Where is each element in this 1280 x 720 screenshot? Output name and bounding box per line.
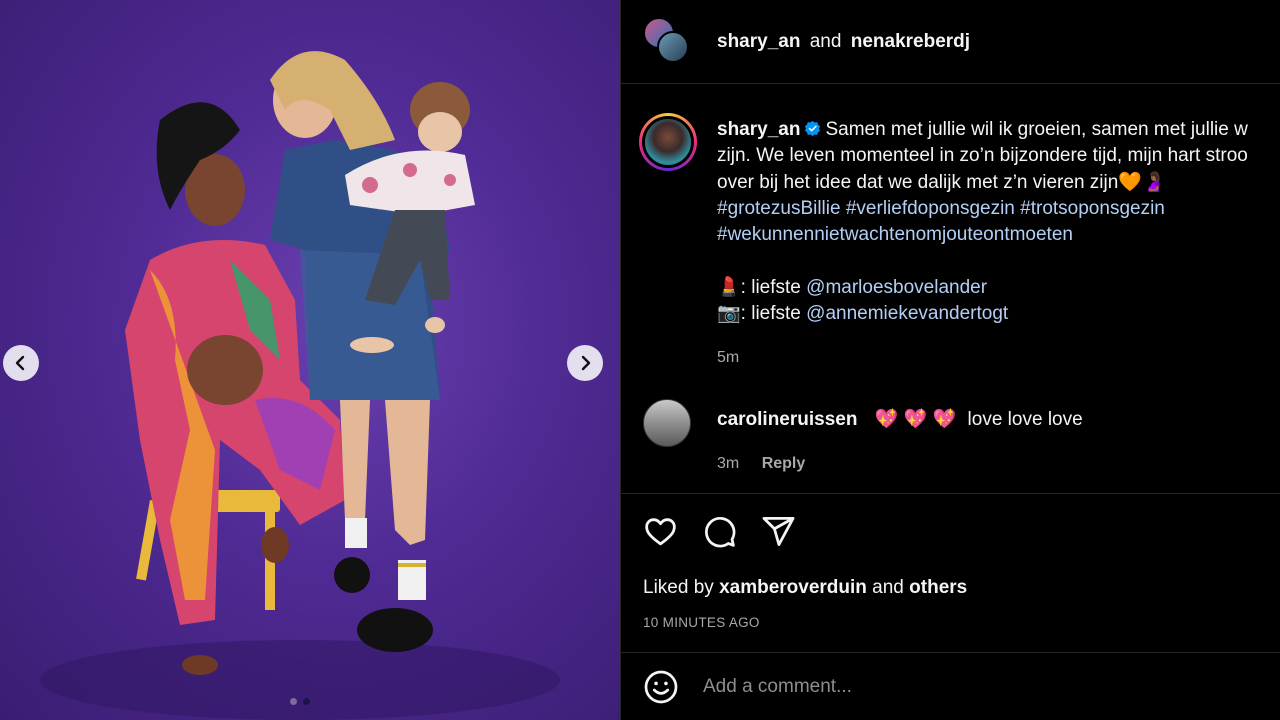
caption-timestamp[interactable]: 5m [717,349,1280,367]
author-link[interactable]: shary_an [717,31,800,52]
hashtag-link[interactable]: #wekunnennietwachtenomjouteontmoeten [717,224,1073,245]
liker-username[interactable]: xamberoverduin [719,577,867,598]
carousel-dot [290,698,297,705]
hashtag-link[interactable]: #grotezusBillie [717,198,841,219]
comment-icon[interactable] [702,514,737,549]
next-slide-button[interactable] [567,345,603,381]
chevron-left-icon [15,355,25,371]
and-text: and [809,30,842,52]
chevron-right-icon [581,355,591,371]
avatar [657,30,689,63]
camera-emoji: 📷 [717,303,741,325]
comment-username[interactable]: carolineruissen [717,409,857,430]
collab-avatars[interactable] [643,16,693,67]
heart-emojis: 💖 💖 💖 [874,409,957,431]
likes-prefix: Liked by [643,577,714,598]
share-icon[interactable] [761,514,796,549]
lipstick-emoji: 💄 [717,276,741,298]
post-photo [0,0,620,720]
caption-line: over bij het idee dat we dalijk met z’n … [717,171,1119,193]
verified-badge-icon [805,120,821,137]
comment-input[interactable] [703,675,1223,698]
caption-username[interactable]: shary_an [717,119,800,140]
post-authors: shary_an and nenakreberdj [717,31,970,53]
comment-body: love love love [967,409,1083,431]
post-actions: Liked by xamberoverduin and others 10 MI… [621,493,1280,630]
previous-slide-button[interactable] [3,345,39,381]
caption-avatar[interactable] [639,113,697,171]
caption-emojis: 🧡🤰🏾 [1118,171,1166,193]
heart-icon[interactable] [643,514,678,549]
credit-text: : liefste [740,276,801,298]
hashtag-link[interactable]: #verliefdoponsgezin [846,198,1015,219]
add-comment-bar [621,652,1280,720]
reply-button[interactable]: Reply [762,455,806,472]
post-header: shary_an and nenakreberdj [621,0,1280,84]
likes-others-link[interactable]: others [909,577,967,598]
author-link[interactable]: nenakreberdj [851,31,970,52]
comments-scroll-area[interactable]: shary_an Samen met jullie wil ik groeien,… [621,85,1280,493]
mention-link[interactable]: @annemiekevandertogt [806,303,1008,324]
post-side-panel: shary_an and nenakreberdj shary_an Samen … [620,0,1280,720]
hashtag-link[interactable]: #trotsoponsgezin [1020,198,1165,219]
post-caption: shary_an Samen met jullie wil ik groeien,… [621,85,1280,367]
family-photo-illustration [40,51,560,720]
likes-summary: Liked by xamberoverduin and others [643,577,1280,599]
post-timestamp[interactable]: 10 MINUTES AGO [643,615,1280,630]
mention-link[interactable]: @marloesbovelander [806,277,987,298]
carousel-dot-active [303,698,310,705]
carousel-dots [290,698,310,705]
comment-avatar[interactable] [643,399,691,448]
likes-and: and [872,577,904,598]
caption-line: Samen met jullie wil ik groeien, samen m… [825,119,1248,140]
credit-text: : liefste [740,303,801,325]
emoji-smiley-icon[interactable] [643,669,679,705]
comment-item: carolineruissen 💖 💖 💖 love love love 3m … [621,397,1280,473]
comment-timestamp[interactable]: 3m [717,455,739,472]
caption-line: zijn. We leven momenteel in zo’n bijzond… [717,145,1248,167]
